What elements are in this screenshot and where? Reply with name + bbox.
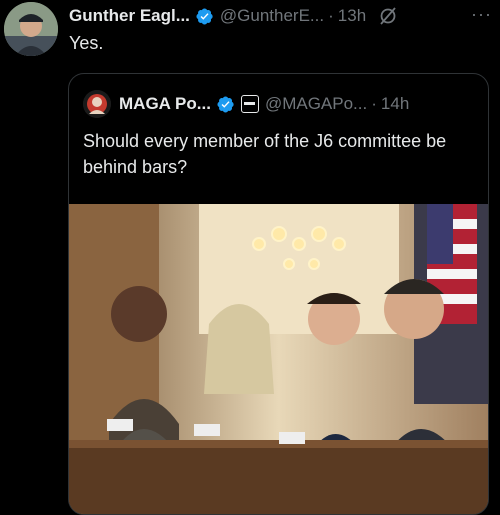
quote-verified-badge-icon	[217, 95, 234, 113]
affiliation-badge-icon	[240, 95, 259, 113]
separator-dot: ·	[328, 6, 334, 25]
committee-photo[interactable]	[69, 204, 488, 514]
quote-author-handle[interactable]: @MAGAPo...	[265, 94, 367, 114]
quote-author-name[interactable]: MAGA Po...	[119, 94, 211, 114]
quote-separator-dot: ·	[371, 94, 377, 113]
quote-author-avatar[interactable]	[83, 90, 111, 118]
more-options-icon[interactable]: ···	[471, 4, 492, 25]
tweet-text: Yes.	[69, 33, 104, 53]
author-name[interactable]: Gunther Eagl...	[69, 6, 190, 26]
verified-badge-icon	[196, 7, 213, 25]
quote-text: Should every member of the J6 committee …	[83, 131, 447, 177]
grok-icon[interactable]	[378, 6, 398, 26]
author-handle[interactable]: @GuntherE...	[220, 6, 324, 26]
tweet-header: Gunther Eagl... @GuntherE... · 13h	[69, 4, 492, 28]
tweet-timestamp[interactable]: 13h	[338, 6, 366, 26]
quoted-tweet[interactable]: MAGA Po... @MAGAPo... · 14h Should every…	[68, 73, 489, 515]
quote-header: MAGA Po... @MAGAPo... · 14h	[83, 90, 409, 118]
author-avatar[interactable]	[4, 2, 58, 56]
quote-timestamp[interactable]: 14h	[381, 94, 409, 114]
